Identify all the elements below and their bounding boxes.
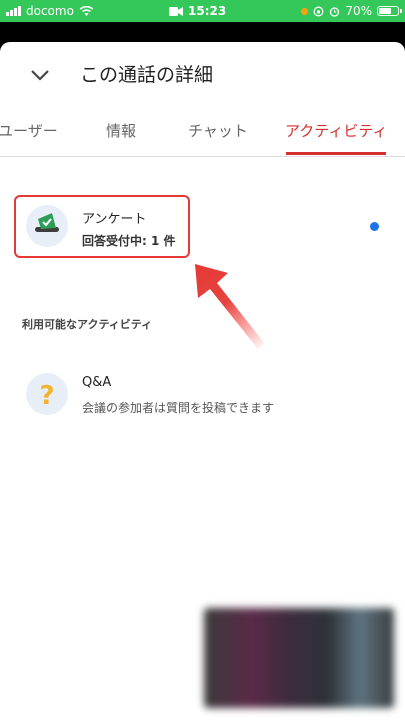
question-mark-icon: ? — [26, 373, 68, 415]
chevron-down-icon — [31, 70, 49, 81]
tab-info[interactable]: 情報 — [106, 120, 136, 141]
video-thumbnail[interactable] — [204, 608, 394, 708]
unread-indicator-dot — [370, 222, 379, 231]
tab-users[interactable]: ユーザー — [0, 120, 58, 141]
mic-indicator-icon — [301, 7, 309, 15]
signal-icon — [6, 6, 21, 16]
qa-description: 会議の参加者は質問を投稿できます — [82, 401, 275, 415]
status-bar-center: 15:23 — [169, 4, 226, 18]
svg-text:?: ? — [39, 381, 54, 411]
wifi-icon — [79, 5, 94, 16]
page-title: この通話の詳細 — [80, 64, 214, 86]
battery-percent: 70% — [345, 4, 372, 18]
annotation-highlight-box — [14, 195, 190, 258]
section-label-available: 利用可能なアクティビティ — [22, 318, 153, 331]
tab-bar: ユーザー 情報 チャット アクティビティ — [0, 104, 405, 157]
active-tab-indicator — [286, 152, 386, 155]
call-details-sheet: この通話の詳細 ユーザー 情報 チャット アクティビティ アンケート 回答受付中… — [0, 42, 405, 720]
rotation-lock-icon — [313, 6, 324, 16]
battery-level — [379, 8, 391, 14]
battery-icon — [377, 6, 402, 16]
status-bar-right: 70% — [301, 4, 402, 18]
video-camera-icon — [169, 6, 184, 16]
carrier-label: docomo — [26, 4, 74, 18]
tab-chat[interactable]: チャット — [188, 120, 248, 141]
collapse-button[interactable] — [26, 60, 54, 88]
alarm-icon — [330, 6, 340, 17]
header: この通話の詳細 — [0, 42, 405, 104]
qa-title: Q&A — [82, 375, 112, 390]
activity-qa-item[interactable]: ? Q&A 会議の参加者は質問を投稿できます — [0, 362, 405, 432]
status-bar-left: docomo — [6, 4, 94, 18]
clock: 15:23 — [188, 4, 227, 18]
status-bar: docomo 15:23 70% — [0, 0, 405, 22]
tab-activity[interactable]: アクティビティ — [285, 120, 387, 141]
